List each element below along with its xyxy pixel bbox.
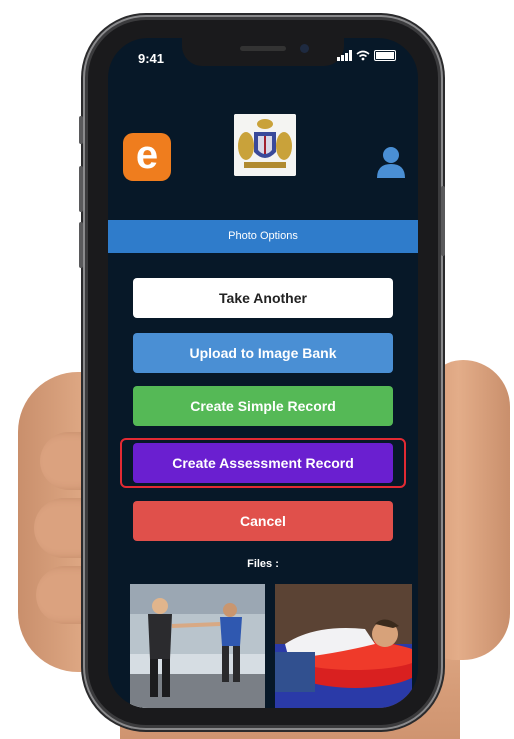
cancel-button[interactable]: Cancel (133, 501, 393, 541)
page-title: Photo Options (108, 220, 418, 253)
file-thumbnail-1[interactable] (130, 584, 265, 708)
create-simple-record-button[interactable]: Create Simple Record (133, 386, 393, 426)
create-assessment-record-button[interactable]: Create Assessment Record (133, 443, 393, 483)
phone-power-button (441, 186, 445, 256)
app-screen: 9:41 e Photo Options Take Another Upload… (108, 38, 418, 708)
crest-icon (234, 114, 296, 176)
signal-icon (337, 50, 352, 61)
upload-to-image-bank-button[interactable]: Upload to Image Bank (133, 333, 393, 373)
speaker (240, 46, 286, 51)
take-another-button[interactable]: Take Another (133, 278, 393, 318)
wifi-icon (356, 50, 370, 61)
status-time: 9:41 (138, 51, 165, 66)
phone-side-button (79, 116, 83, 144)
status-icons (337, 50, 396, 61)
phone-volume-up (79, 166, 83, 212)
file-thumbnail-2[interactable] (275, 584, 412, 708)
battery-icon (374, 50, 396, 61)
files-label: Files : (247, 558, 279, 570)
front-camera (300, 44, 309, 53)
phone-frame: 9:41 e Photo Options Take Another Upload… (79, 20, 445, 725)
app-logo[interactable]: e (123, 133, 171, 181)
phone-volume-down (79, 222, 83, 268)
phone-notch (182, 38, 344, 66)
user-icon[interactable] (376, 146, 406, 178)
